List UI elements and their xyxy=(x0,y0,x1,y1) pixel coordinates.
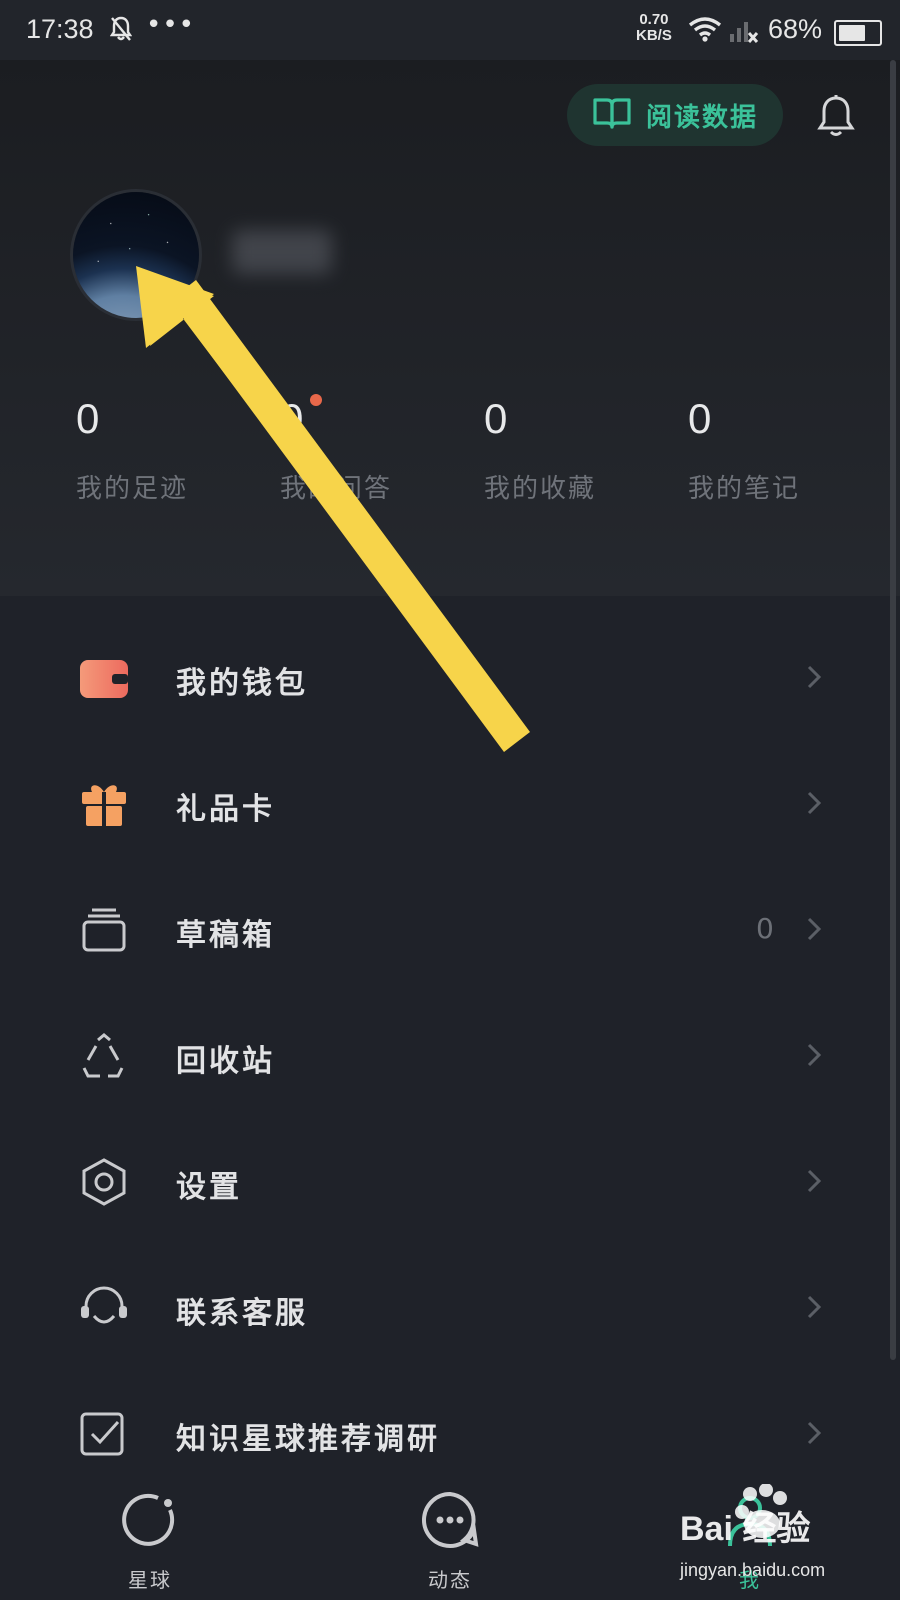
stat-notes[interactable]: 0 我的笔记 xyxy=(688,396,888,505)
battery-icon xyxy=(834,20,882,46)
menu-item-wallet[interactable]: 我的钱包 xyxy=(0,614,900,742)
planet-icon xyxy=(118,1488,182,1556)
more-icon: ••• xyxy=(146,10,196,40)
menu-label: 知识星球推荐调研 xyxy=(176,1422,440,1457)
reading-data-button[interactable]: 阅读数据 xyxy=(567,84,783,146)
muted-bell-icon xyxy=(109,16,133,46)
stat-favorites[interactable]: 0 我的收藏 xyxy=(484,396,684,505)
network-speed-value: 0.70 xyxy=(639,11,669,28)
menu-label: 礼品卡 xyxy=(176,792,275,827)
watermark-brand: Bai 经验 xyxy=(680,1509,810,1548)
unread-dot xyxy=(310,394,322,406)
watermark-url: jingyan.baidu.com xyxy=(680,1560,826,1580)
stat-label: 我的足迹 xyxy=(76,474,189,504)
bell-icon[interactable] xyxy=(816,94,856,142)
chevron-right-icon xyxy=(806,790,822,820)
stat-value: 0 xyxy=(484,395,508,442)
scrollbar[interactable] xyxy=(890,60,896,1360)
book-icon xyxy=(592,96,632,134)
drafts-count: 0 xyxy=(756,912,774,945)
stat-value: 0 xyxy=(76,395,100,442)
menu-label: 回收站 xyxy=(176,1044,275,1079)
battery-percent: 68% xyxy=(768,14,823,44)
battery-fill xyxy=(839,25,865,41)
customer-service-icon xyxy=(78,1284,130,1332)
network-speed: 0.70 KB/S xyxy=(636,12,672,44)
chevron-right-icon xyxy=(806,1420,822,1450)
survey-icon xyxy=(78,1410,130,1458)
wallet-icon xyxy=(78,654,130,702)
status-time: 17:38 xyxy=(26,14,94,44)
chevron-right-icon xyxy=(806,916,822,946)
chevron-right-icon xyxy=(806,1168,822,1198)
tab-label: 动态 xyxy=(428,1568,472,1592)
reading-data-label: 阅读数据 xyxy=(645,102,758,133)
menu-item-drafts[interactable]: 草稿箱 0 xyxy=(0,866,900,994)
stat-label: 我的收藏 xyxy=(484,474,597,504)
stat-footprint[interactable]: 0 我的足迹 xyxy=(76,396,276,505)
menu-label: 草稿箱 xyxy=(176,918,275,953)
network-speed-unit: KB/S xyxy=(636,27,672,44)
stat-value: 0 xyxy=(688,395,712,442)
tab-planet[interactable]: 星球 xyxy=(0,1466,300,1600)
chevron-right-icon xyxy=(806,664,822,694)
drafts-icon xyxy=(78,906,130,954)
menu-label: 我的钱包 xyxy=(176,666,308,701)
chat-icon xyxy=(418,1488,482,1556)
baidu-watermark: Bai 经验 xyxy=(680,1484,810,1548)
avatar[interactable] xyxy=(73,192,199,318)
wifi-icon xyxy=(688,16,722,46)
recycle-icon xyxy=(78,1032,130,1080)
stat-label: 我的问答 xyxy=(280,474,393,504)
chevron-right-icon xyxy=(806,1042,822,1072)
tab-label: 星球 xyxy=(128,1568,172,1592)
chevron-right-icon xyxy=(806,1294,822,1324)
settings-icon xyxy=(78,1158,130,1206)
username-blurred[interactable] xyxy=(232,230,332,274)
stat-qa[interactable]: 0 我的问答 xyxy=(280,394,480,505)
menu-item-recycle-bin[interactable]: 回收站 xyxy=(0,992,900,1120)
gift-icon xyxy=(78,780,130,828)
stat-label: 我的笔记 xyxy=(688,474,801,504)
menu-item-gift-card[interactable]: 礼品卡 xyxy=(0,740,900,868)
signal-icon xyxy=(730,16,760,48)
stats-row: 0 我的足迹 0 我的问答 0 我的收藏 0 我的笔记 xyxy=(0,394,900,526)
menu-item-customer-service[interactable]: 联系客服 xyxy=(0,1244,900,1372)
status-bar: 17:38 ••• 0.70 KB/S 68% xyxy=(0,0,900,60)
menu-label: 联系客服 xyxy=(176,1296,308,1331)
tab-activity[interactable]: 动态 xyxy=(300,1466,600,1600)
menu-item-settings[interactable]: 设置 xyxy=(0,1118,900,1246)
menu-label: 设置 xyxy=(176,1170,242,1205)
